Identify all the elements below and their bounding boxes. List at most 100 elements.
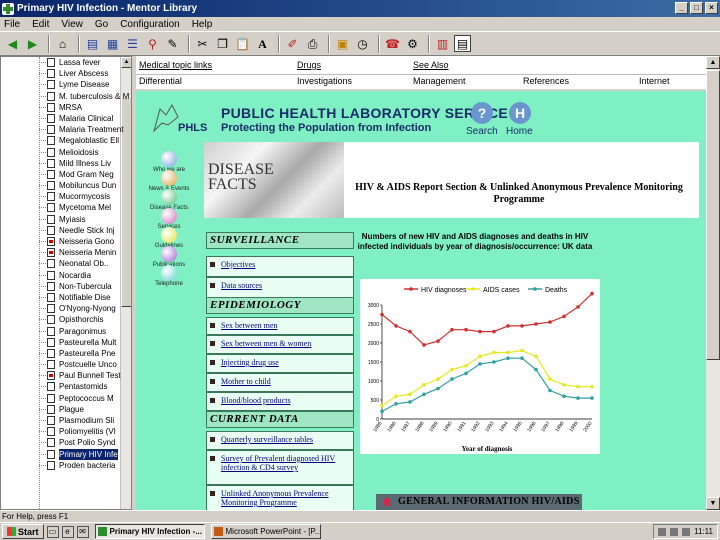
tree-item[interactable]: Malaria Treatment [1,124,131,135]
tree-item[interactable]: Mycetoma Mel [1,202,131,213]
nav-ball-icon[interactable] [161,189,177,205]
nav-ball-icon[interactable] [161,151,177,167]
tree-item[interactable]: Opisthorchis [1,314,131,325]
tree-item[interactable]: Nocardia [1,270,131,281]
section-link[interactable]: Data sources [206,277,354,298]
tree-item[interactable]: Liver Abscess [1,68,131,79]
tree-item[interactable]: MRSA [1,102,131,113]
close-button[interactable]: × [705,2,718,14]
notes-icon[interactable]: ▣ [334,35,351,52]
section-link-label[interactable]: Injecting drug use [221,358,279,367]
tree-item[interactable]: Poliomyelitis (VI [1,426,131,437]
link-drugs[interactable]: Drugs [294,58,321,72]
tree-item[interactable]: Plague [1,404,131,415]
font-icon[interactable]: A [254,35,271,52]
section-link-label[interactable]: Quarterly surveillance tables [221,435,313,444]
tree-item[interactable]: Post Polio Synd [1,437,131,448]
content-scroll-down-icon[interactable]: ▼ [706,497,720,510]
section-link-label[interactable]: Survey of Prevalent diagnosed HIV infect… [221,454,335,472]
forward-icon[interactable]: ▶ [24,35,41,52]
search-tool-icon[interactable]: ⚲ [144,35,161,52]
tree-item[interactable]: Melioidosis [1,147,131,158]
menu-edit[interactable]: Edit [32,19,49,30]
tree-item[interactable]: Peptococcus M [1,393,131,404]
print-icon[interactable]: ⎙ [304,35,321,52]
tree-item[interactable]: Neonatal Ob.. [1,258,131,269]
menu-help[interactable]: Help [192,19,213,30]
tree-item[interactable]: Postcuelle Unco [1,359,131,370]
layout-icon[interactable]: ▤ [454,35,471,52]
topic-tree[interactable]: ▲ Lassa fever Liver Abscess Lyme Disease M.… [0,56,132,510]
content-scroll-thumb[interactable] [706,70,720,360]
tree-item[interactable]: Mobiluncus Dun [1,180,131,191]
menu-file[interactable]: File [4,19,20,30]
tree-item[interactable]: Plasmodium Sli [1,415,131,426]
tree-item[interactable]: Notifiable Dise [1,292,131,303]
content-scroll-up-icon[interactable]: ▲ [706,56,720,69]
tree-item[interactable]: Paul Bunnell Test [1,370,131,381]
section-link-label[interactable]: Blood/blood products [221,396,291,405]
link-internet[interactable]: Internet [636,74,670,88]
menu-go[interactable]: Go [95,19,108,30]
tree-item[interactable]: Malaria Clinical [1,113,131,124]
section-link-label[interactable]: Data sources [221,281,262,290]
tree-item[interactable]: Pasteurella Pne [1,348,131,359]
link-see-also[interactable]: See Also [410,58,449,72]
section-link[interactable]: Sex between men [206,317,354,335]
tree-item[interactable]: Lassa fever [1,57,131,68]
search-icon[interactable]: ? [471,102,493,124]
link-investigations[interactable]: Investigations [294,74,352,88]
tree-item[interactable]: Neisseria Gono [1,236,131,247]
section-link[interactable]: Quarterly surveillance tables [206,431,354,450]
history-icon[interactable]: ◷ [354,35,371,52]
home-icon[interactable]: ⌂ [54,35,71,52]
section-link-label[interactable]: Sex between men [221,321,277,330]
tray-icon-2[interactable] [670,527,679,536]
copy-icon[interactable]: ❐ [214,35,231,52]
edit-icon[interactable]: ✐ [284,35,301,52]
section-link[interactable]: Sex between men & women [206,335,354,354]
nav-ball-icon[interactable] [161,265,177,281]
section-link[interactable]: Survey of Prevalent diagnosed HIV infect… [206,450,354,485]
home-link-icon[interactable]: H [509,102,531,124]
tree-item[interactable]: Mod Gram Neg [1,169,131,180]
general-information-link[interactable]: GENERAL INFORMATION HIV/AIDS [376,494,582,510]
tree-item[interactable]: Neisseria Menin [1,247,131,258]
home-link[interactable]: Home [506,126,533,137]
section-link-label[interactable]: Mother to child [221,377,271,386]
search-link[interactable]: Search [466,126,498,137]
tree-item[interactable]: Mucormycosis [1,191,131,202]
tree-item[interactable]: Megaloblastic Ell [1,135,131,146]
tree-item[interactable]: Primary HIV Infe [1,448,131,460]
index-icon[interactable]: ☰ [124,35,141,52]
task-powerpoint[interactable]: Microsoft PowerPoint - [P... [210,524,321,539]
cut-icon[interactable]: ✂ [194,35,211,52]
tree-item[interactable]: O'Nyong-Nyong [1,303,131,314]
options-icon[interactable]: ⚙ [404,35,421,52]
section-link[interactable]: Injecting drug use [206,354,354,373]
tray-icon-1[interactable] [658,527,667,536]
section-link[interactable]: Blood/blood products [206,392,354,411]
tree-item[interactable]: Lyme Disease [1,79,131,90]
link-management[interactable]: Management [410,74,466,88]
section-link[interactable]: Unlinked Anonymous Prevalence Monitoring… [206,485,354,510]
link-differential[interactable]: Differential [136,74,182,88]
bookmark-icon[interactable]: ✎ [164,35,181,52]
nav-ball-icon[interactable] [161,246,177,262]
maximize-button[interactable]: □ [690,2,703,14]
tree-item[interactable]: Mild Illness Liv [1,158,131,169]
menu-view[interactable]: View [61,19,83,30]
menu-configuration[interactable]: Configuration [120,19,179,30]
section-link-label[interactable]: Sex between men & women [221,339,311,348]
tree-item[interactable]: M. tuberculosis & M [1,91,131,102]
library-icon[interactable]: ▦ [104,35,121,52]
volume-icon[interactable] [682,527,691,536]
tree-item[interactable]: Paragonimus [1,326,131,337]
outlook-icon[interactable]: ✉ [76,525,89,538]
frames-icon[interactable]: ▥ [434,35,451,52]
nav-ball-icon[interactable] [161,208,177,224]
tree-item[interactable]: Pasteurella Mult [1,337,131,348]
section-link-label[interactable]: Objectives [221,260,255,269]
minimize-button[interactable]: _ [675,2,688,14]
link-medical-topic-links[interactable]: Medical topic links [136,58,212,72]
